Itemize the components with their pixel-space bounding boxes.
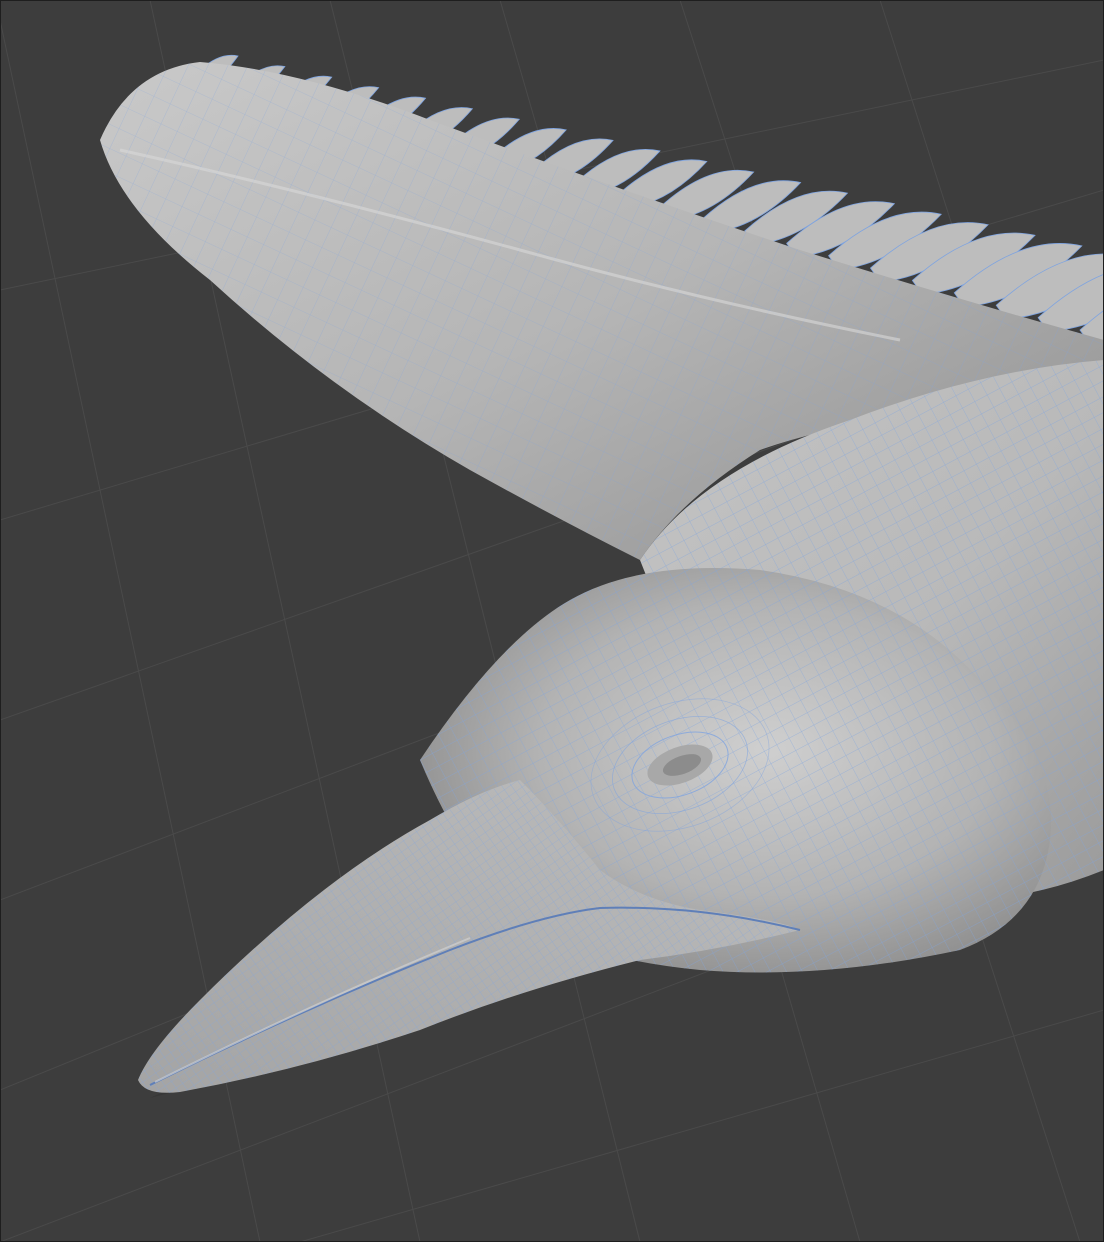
- 3d-viewport[interactable]: [0, 0, 1104, 1242]
- viewport-canvas[interactable]: [0, 0, 1104, 1242]
- grid-line: [299, 1009, 1104, 1242]
